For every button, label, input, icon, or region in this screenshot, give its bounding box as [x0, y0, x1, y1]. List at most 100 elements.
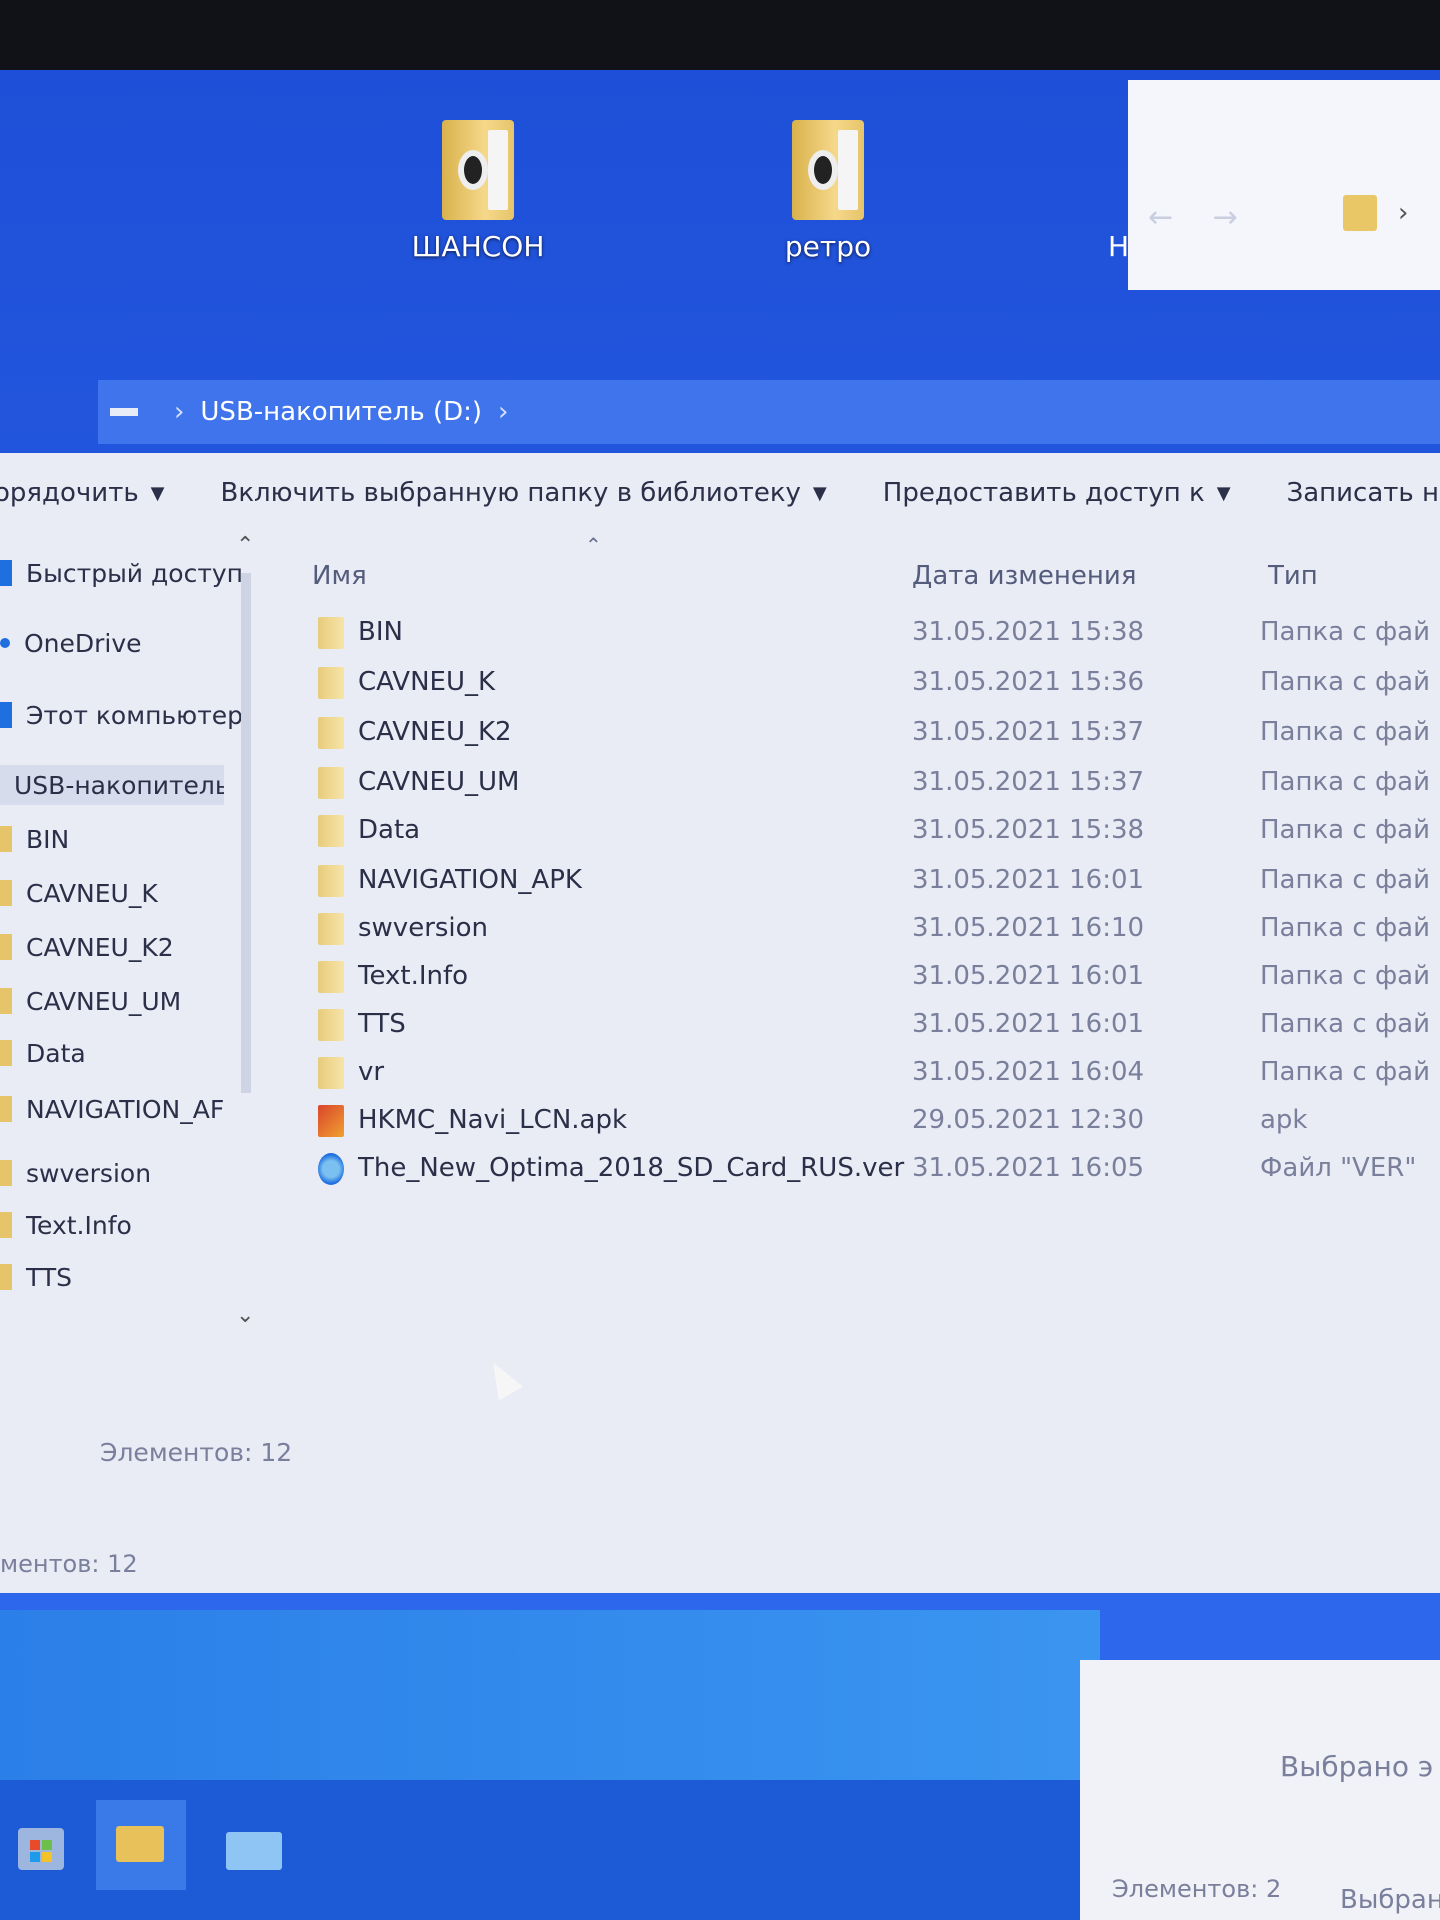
file-row[interactable]: The_New_Optima_2018_SD_Card_RUS.ver 31.0…	[300, 1147, 1440, 1191]
folder-icon	[0, 1212, 12, 1238]
nav-usb-drive[interactable]: USB-накопитель	[0, 765, 224, 805]
status-bar-item-count: Элементов: 12	[100, 1438, 293, 1467]
burn-button[interactable]: Записать на	[1287, 478, 1440, 508]
nav-label: CAVNEU_K2	[26, 932, 174, 962]
file-row[interactable]: NAVIGATION_APK 31.05.2021 16:01 Папка с …	[300, 859, 1440, 903]
file-name: HKMC_Navi_LCN.apk	[358, 1105, 628, 1135]
nav-this-pc[interactable]: Этот компьютер	[0, 695, 243, 735]
nav-onedrive[interactable]: OneDrive	[0, 623, 142, 663]
nav-folder-bin[interactable]: BIN	[0, 819, 69, 859]
computer-icon	[0, 702, 12, 728]
desktop-icon-retro[interactable]: ретро	[728, 120, 928, 263]
folder-icon	[0, 1040, 12, 1066]
store-icon[interactable]	[12, 1810, 82, 1880]
file-explorer-icon[interactable]	[96, 1800, 186, 1890]
chevron-right-icon[interactable]: ›	[1398, 198, 1408, 228]
chevron-up-icon[interactable]: ⌃	[236, 533, 254, 558]
share-with-button[interactable]: Предоставить доступ к ▼	[883, 478, 1231, 508]
file-type: Папка с фай	[1260, 717, 1431, 747]
file-date: 31.05.2021 16:01	[912, 961, 1145, 991]
address-bar[interactable]: › USB-накопитель (D:) ›	[98, 380, 1440, 444]
nav-folder-navigation[interactable]: NAVIGATION_AF	[0, 1089, 228, 1129]
file-type: Папка с фай	[1260, 961, 1431, 991]
nav-folder-data[interactable]: Data	[0, 1033, 86, 1073]
desktop-icon-label: ШАНСОН	[411, 230, 545, 263]
folder-icon	[318, 717, 344, 749]
file-name: vr	[358, 1057, 385, 1087]
breadcrumb-usb-drive[interactable]: USB-накопитель (D:)	[200, 397, 482, 427]
nav-folder-swversion[interactable]: swversion	[0, 1153, 151, 1193]
file-row[interactable]: CAVNEU_K 31.05.2021 15:36 Папка с фай	[300, 661, 1440, 705]
caret-down-icon: ▼	[150, 482, 165, 504]
file-name: BIN	[358, 617, 403, 647]
file-row[interactable]: BIN 31.05.2021 15:38 Папка с фай	[300, 611, 1440, 655]
folder-icon	[0, 1264, 12, 1290]
file-name: CAVNEU_K2	[358, 717, 512, 747]
chevron-right-icon[interactable]: ›	[174, 397, 184, 427]
nav-label: BIN	[26, 824, 70, 854]
file-type: Папка с фай	[1260, 667, 1431, 697]
file-row[interactable]: swversion 31.05.2021 16:10 Папка с фай	[300, 907, 1440, 951]
desktop-icon-label-partial[interactable]: Н	[1108, 230, 1129, 263]
nav-label: USB-накопитель	[14, 770, 224, 800]
file-row[interactable]: Data 31.05.2021 15:38 Папка с фай	[300, 809, 1440, 853]
back-icon[interactable]: ←	[1148, 200, 1173, 235]
file-name: swversion	[358, 913, 489, 943]
nav-folder-cavneu-um[interactable]: CAVNEU_UM	[0, 981, 181, 1021]
file-name: CAVNEU_K	[358, 667, 496, 697]
mail-icon[interactable]	[220, 1810, 290, 1880]
nav-label: Этот компьютер	[26, 700, 244, 730]
chevron-down-icon[interactable]: ⌄	[236, 1303, 254, 1328]
file-type: Папка с фай	[1260, 767, 1431, 797]
window-nav: ← →	[1148, 200, 1268, 235]
file-row[interactable]: CAVNEU_K2 31.05.2021 15:37 Папка с фай	[300, 711, 1440, 755]
nav-folder-cavneu-k[interactable]: CAVNEU_K	[0, 873, 158, 913]
include-in-library-label: Включить выбранную папку в библиотеку	[220, 478, 801, 508]
file-list: ⌃ Имя Дата изменения Тип BIN 31.05.2021 …	[300, 533, 1440, 1253]
caret-down-icon: ▼	[812, 482, 827, 504]
nav-folder-cavneu-k2[interactable]: CAVNEU_K2	[0, 927, 174, 967]
column-header-date[interactable]: Дата изменения	[912, 561, 1136, 591]
column-header-name[interactable]: Имя	[312, 561, 367, 591]
file-date: 29.05.2021 12:30	[912, 1105, 1145, 1135]
folder-icon	[318, 961, 344, 993]
file-row[interactable]: Text.Info 31.05.2021 16:01 Папка с фай	[300, 955, 1440, 999]
third-explorer-window: Выбрано э Элементов: 2 Выбран	[1080, 1660, 1440, 1920]
file-row[interactable]: HKMC_Navi_LCN.apk 29.05.2021 12:30 apk	[300, 1099, 1440, 1143]
file-row[interactable]: vr 31.05.2021 16:04 Папка с фай	[300, 1051, 1440, 1095]
folder-icon	[1343, 195, 1377, 231]
explorer-window: орядочить ▼ Включить выбранную папку в б…	[0, 453, 1440, 1593]
nav-quick-access[interactable]: Быстрый доступ	[0, 553, 243, 593]
nav-label: swversion	[26, 1158, 152, 1188]
forward-icon[interactable]: →	[1213, 200, 1238, 235]
file-type: Папка с фай	[1260, 865, 1431, 895]
scrollbar-thumb[interactable]	[241, 573, 251, 1093]
nav-label: Быстрый доступ	[26, 558, 244, 588]
drive-icon	[110, 408, 138, 416]
folder-icon	[0, 1096, 12, 1122]
folder-icon	[0, 1160, 12, 1186]
nav-folder-tts[interactable]: TTS	[0, 1257, 72, 1297]
file-row[interactable]: CAVNEU_UM 31.05.2021 15:37 Папка с фай	[300, 761, 1440, 805]
burn-label: Записать на	[1286, 478, 1440, 508]
file-row[interactable]: TTS 31.05.2021 16:01 Папка с фай	[300, 1003, 1440, 1047]
chevron-right-icon[interactable]: ›	[498, 397, 508, 427]
apk-file-icon	[318, 1105, 344, 1137]
navigation-scrollbar[interactable]: ⌃ ⌄	[232, 533, 260, 1328]
organize-button[interactable]: орядочить ▼	[0, 478, 165, 508]
include-in-library-button[interactable]: Включить выбранную папку в библиотеку ▼	[221, 478, 827, 508]
file-date: 31.05.2021 16:05	[912, 1153, 1145, 1183]
desktop-icon-chanson[interactable]: ШАНСОН	[378, 120, 578, 263]
file-date: 31.05.2021 15:37	[912, 717, 1145, 747]
nav-label: CAVNEU_K	[26, 878, 158, 908]
organize-label: орядочить	[0, 478, 139, 508]
command-bar: орядочить ▼ Включить выбранную папку в б…	[0, 453, 1440, 533]
nav-label: Text.Info	[26, 1210, 132, 1240]
nav-folder-textinfo[interactable]: Text.Info	[0, 1205, 132, 1245]
folder-icon	[318, 767, 344, 799]
column-header-type[interactable]: Тип	[1268, 561, 1318, 591]
folder-icon	[318, 815, 344, 847]
item-count-text: Элементов: 2	[1112, 1875, 1282, 1903]
selected-text: Выбран	[1340, 1885, 1440, 1915]
navigation-pane-lower: swversion Text.Info TTS	[0, 1153, 232, 1353]
